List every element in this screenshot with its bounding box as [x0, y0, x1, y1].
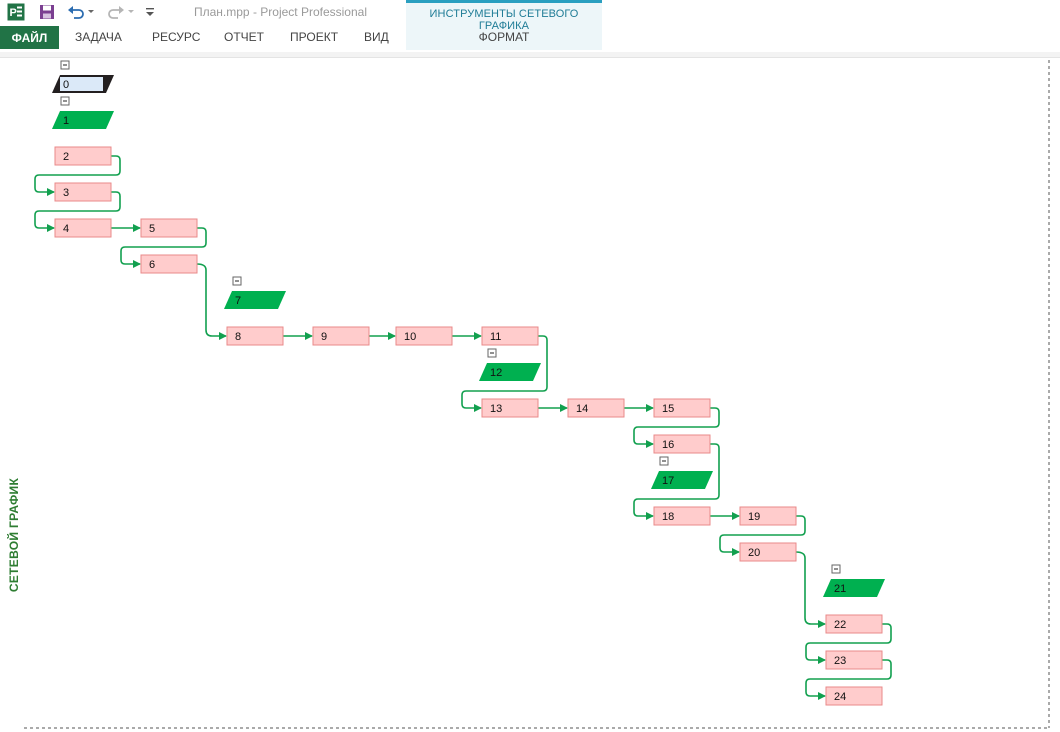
task-id-label: 7 [235, 295, 241, 307]
task-node[interactable]: 9 [312, 326, 370, 346]
task-id-label: 22 [834, 619, 846, 631]
summary-task-node[interactable]: 1 [52, 111, 114, 129]
task-id-label: 2 [63, 151, 69, 163]
task-id-label: 10 [404, 331, 416, 343]
collapse-icon[interactable] [659, 456, 669, 466]
collapse-icon[interactable] [831, 564, 841, 574]
summary-task-node[interactable]: 21 [823, 579, 885, 597]
task-id-label: 5 [149, 223, 155, 235]
network-diagram-canvas[interactable]: 01234 5678 9 10 111213 14 15161718 192021222324 [0, 0, 1060, 732]
task-id-label: 17 [662, 475, 674, 487]
task-nodes: 01234 5678 9 10 111213 14 15161718 192021222324 [52, 60, 885, 706]
task-node[interactable]: 3 [54, 182, 112, 202]
task-id-label: 21 [834, 583, 846, 595]
task-node[interactable]: 5 [140, 218, 198, 238]
summary-task-node[interactable]: 12 [479, 363, 541, 381]
task-id-label: 8 [235, 331, 241, 343]
task-id-label: 12 [490, 367, 502, 379]
task-node[interactable]: 2 [54, 146, 112, 166]
task-node[interactable]: 11 [481, 326, 539, 346]
task-id-label: 15 [662, 403, 674, 415]
task-node[interactable]: 22 [825, 614, 883, 634]
task-id-label: 13 [490, 403, 502, 415]
task-id-label: 24 [834, 691, 846, 703]
dependency-link [795, 551, 826, 628]
task-id-label: 20 [748, 547, 760, 559]
task-id-label: 6 [149, 259, 155, 271]
task-node[interactable]: 10 [395, 326, 453, 346]
summary-task-node[interactable]: 7 [224, 291, 286, 309]
task-id-label: 4 [63, 223, 69, 235]
collapse-icon[interactable] [487, 348, 497, 358]
summary-task-node[interactable]: 17 [651, 471, 713, 489]
task-node[interactable]: 6 [140, 254, 198, 274]
collapse-icon[interactable] [60, 60, 70, 70]
task-id-label: 11 [490, 331, 501, 343]
task-id-label: 19 [748, 511, 760, 523]
task-id-label: 16 [662, 439, 674, 451]
task-id-label: 23 [834, 655, 846, 667]
task-id-label: 14 [576, 403, 588, 415]
task-node[interactable]: 23 [825, 650, 883, 670]
dependency-link [196, 263, 227, 340]
task-node[interactable]: 14 [567, 398, 625, 418]
task-node[interactable]: 19 [739, 506, 797, 526]
task-id-label: 9 [321, 331, 327, 343]
task-id-label: 1 [63, 115, 69, 127]
task-node[interactable]: 15 [653, 398, 711, 418]
collapse-icon[interactable] [232, 276, 242, 286]
collapse-icon[interactable] [60, 96, 70, 106]
task-id-label: 0 [63, 79, 69, 91]
task-node[interactable]: 20 [739, 542, 797, 562]
task-id-label: 18 [662, 511, 674, 523]
task-node[interactable]: 16 [653, 434, 711, 454]
task-node[interactable]: 4 [54, 218, 112, 238]
task-node[interactable]: 8 [226, 326, 284, 346]
project-summary-node[interactable]: 0 [52, 75, 114, 93]
task-node[interactable]: 13 [481, 398, 539, 418]
task-node[interactable]: 18 [653, 506, 711, 526]
task-node[interactable]: 24 [825, 686, 883, 706]
task-id-label: 3 [63, 187, 69, 199]
